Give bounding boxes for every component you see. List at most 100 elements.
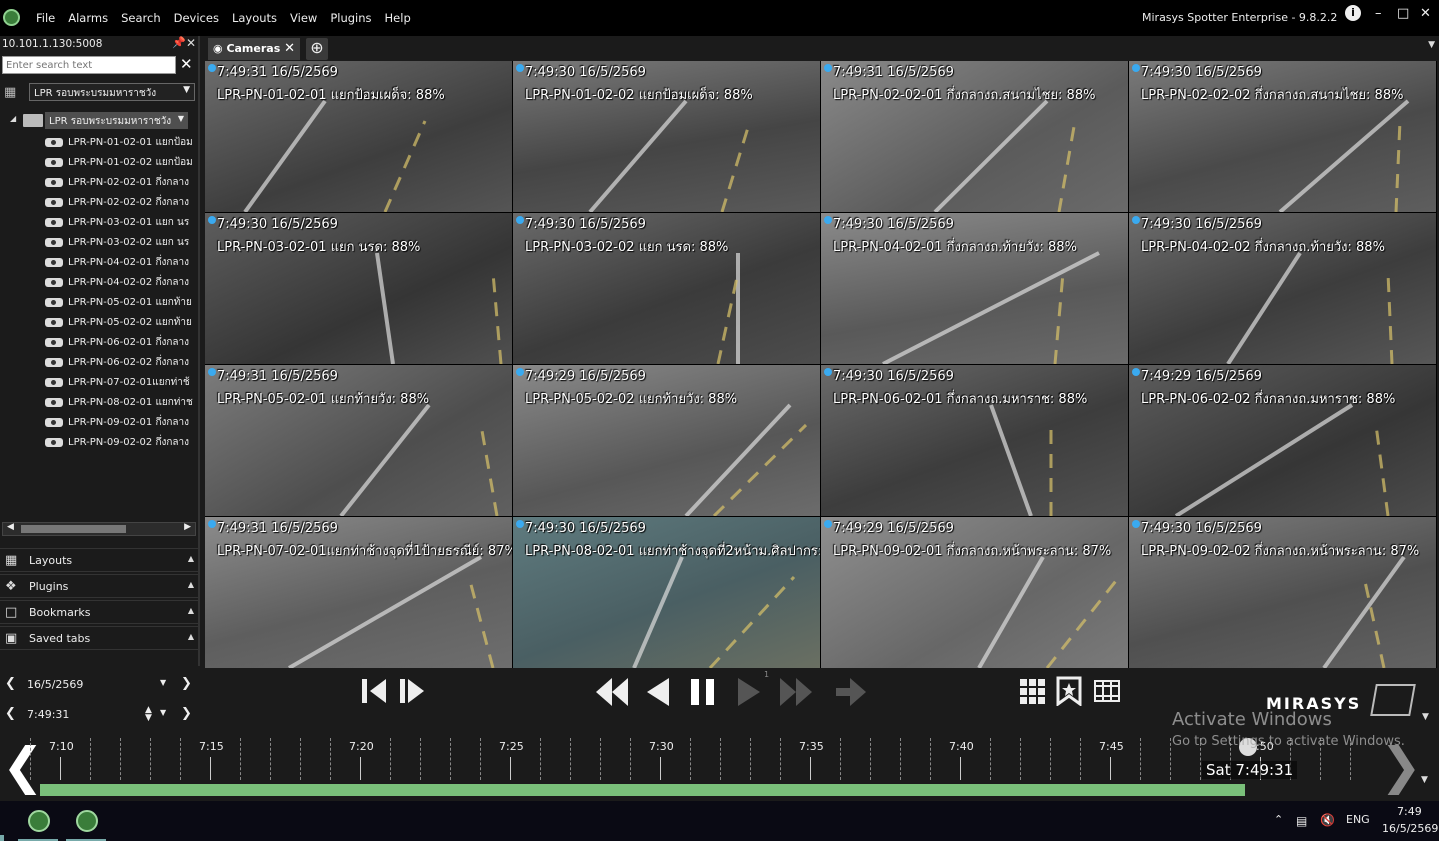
date-value[interactable]: 16/5/2569 — [27, 678, 83, 691]
camera-view[interactable]: 7:49:30 16/5/2569 LPR-PN-03-02-02 แยก นรด… — [513, 213, 820, 364]
menu-devices[interactable]: Devices — [174, 11, 219, 25]
time-spinner-icon[interactable]: ▲ ▼ — [145, 706, 152, 723]
close-window-button[interactable]: ✕ — [1420, 6, 1431, 21]
camera-tree-item[interactable]: LPR-PN-09-02-01 กึ่งกลาง — [45, 412, 200, 432]
tree-view-icon[interactable]: ▦ — [4, 85, 20, 100]
tab-cameras[interactable]: ◉ Cameras ✕ — [208, 38, 300, 60]
camera-tree-item[interactable]: LPR-PN-08-02-01 แยกท่าช — [45, 392, 200, 412]
camera-view[interactable]: 7:49:30 16/5/2569 LPR-PN-08-02-01 แยกท่าช… — [513, 517, 820, 668]
group-select[interactable]: LPR รอบพระบรมมหาราชวัง ▼ — [29, 83, 195, 101]
panel-layouts[interactable]: ▦ Layouts ▲ — [0, 548, 198, 572]
pause-button[interactable] — [690, 676, 716, 708]
camera-tree-item[interactable]: LPR-PN-03-02-02 แยก นร — [45, 232, 200, 252]
camera-tree-item[interactable]: LPR-PN-04-02-01 กึ่งกลาง — [45, 252, 200, 272]
camera-tree-item[interactable]: LPR-PN-05-02-01 แยกท้าย — [45, 292, 200, 312]
camera-view[interactable]: 7:49:31 16/5/2569 LPR-PN-05-02-01 แยกท้าย… — [205, 365, 512, 516]
taskbar-app-spotter-2[interactable] — [66, 805, 106, 841]
horizontal-scrollbar[interactable]: ◀ ▶ — [2, 522, 196, 536]
camera-view[interactable]: 7:49:30 16/5/2569 LPR-PN-02-02-02 กึ่งกลา… — [1129, 61, 1436, 212]
menu-alarms[interactable]: Alarms — [68, 11, 108, 25]
rewind-button[interactable] — [594, 676, 630, 708]
clear-search-icon[interactable]: ✕ — [180, 55, 193, 73]
scroll-left-icon[interactable]: ◀ — [7, 522, 14, 532]
taskbar-app-spotter[interactable] — [18, 805, 58, 841]
camera-tree-item[interactable]: LPR-PN-01-02-01 แยกป้อม — [45, 132, 200, 152]
camera-tree-item[interactable]: LPR-PN-09-02-02 กึ่งกลาง — [45, 432, 200, 452]
timeline-minor-tick — [300, 738, 301, 780]
menu-file[interactable]: File — [36, 11, 55, 25]
time-value[interactable]: 7:49:31 — [27, 708, 69, 721]
menu-help[interactable]: Help — [385, 11, 411, 25]
layout-grid-button[interactable] — [1019, 678, 1045, 704]
chevron-down-icon[interactable]: ▼ — [160, 678, 166, 687]
network-icon[interactable]: ▤ — [1296, 814, 1307, 828]
panel-bookmarks[interactable]: □ Bookmarks ▲ — [0, 600, 198, 624]
camera-view[interactable]: 7:49:31 16/5/2569 LPR-PN-02-02-01 กึ่งกลา… — [821, 61, 1128, 212]
scroll-thumb[interactable] — [21, 525, 126, 533]
date-next-icon[interactable]: ❯ — [181, 676, 192, 691]
camera-tree-item[interactable]: LPR-PN-02-02-01 กึ่งกลาง — [45, 172, 200, 192]
volume-muted-icon[interactable]: 🔇 — [1320, 813, 1335, 827]
time-prev-icon[interactable]: ❮ — [5, 706, 16, 721]
camera-view[interactable]: 7:49:30 16/5/2569 LPR-PN-04-02-01 กึ่งกลา… — [821, 213, 1128, 364]
menu-search[interactable]: Search — [121, 11, 161, 25]
clock-date[interactable]: 16/5/2569 — [1382, 822, 1438, 835]
clock-time[interactable]: 7:49 — [1397, 805, 1422, 818]
tree-root[interactable]: ◢ LPR รอบพระบรมมหาราชวัง ▼ — [10, 112, 190, 130]
scroll-right-icon[interactable]: ▶ — [184, 522, 191, 532]
minimize-button[interactable]: – — [1375, 6, 1382, 21]
chevron-down-icon[interactable]: ▼ — [1421, 775, 1428, 785]
go-live-button[interactable] — [834, 676, 868, 708]
filmstrip-button[interactable] — [1094, 680, 1120, 702]
camera-view[interactable]: 7:49:29 16/5/2569 LPR-PN-09-02-01 กึ่งกลา… — [821, 517, 1128, 668]
language-indicator[interactable]: ENG — [1346, 813, 1370, 826]
prev-frame-button[interactable] — [360, 676, 424, 706]
camera-view[interactable]: 7:49:31 16/5/2569 LPR-PN-01-02-01 แยกป้อม… — [205, 61, 512, 212]
camera-tree-item[interactable]: LPR-PN-07-02-01แยกท่าช้ — [45, 372, 200, 392]
camera-view[interactable]: 7:49:30 16/5/2569 LPR-PN-06-02-01 กึ่งกลา… — [821, 365, 1128, 516]
tree-root-text: LPR รอบพระบรมมหาราชวัง — [49, 116, 172, 127]
tab-menu-chevron-icon[interactable]: ▼ — [1428, 40, 1435, 50]
camera-view[interactable]: 7:49:31 16/5/2569 LPR-PN-07-02-01แยกท่าช้… — [205, 517, 512, 668]
panel-plugins[interactable]: ❖ Plugins ▲ — [0, 574, 198, 598]
chevron-down-icon[interactable]: ▼ — [1422, 712, 1429, 722]
tray-expand-icon[interactable]: ⌃ — [1274, 813, 1283, 826]
timeline-prev-icon[interactable]: ❮ — [2, 741, 44, 791]
play-reverse-button[interactable] — [645, 676, 671, 708]
camera-view[interactable]: 7:49:30 16/5/2569 LPR-PN-01-02-02 แยกป้อม… — [513, 61, 820, 212]
time-next-icon[interactable]: ❯ — [181, 706, 192, 721]
add-tab-button[interactable]: ⊕ — [306, 38, 328, 60]
fast-forward-button[interactable] — [778, 676, 814, 708]
camera-tree-item[interactable]: LPR-PN-02-02-02 กึ่งกลาง — [45, 192, 200, 212]
info-icon[interactable]: i — [1345, 5, 1361, 21]
camera-view[interactable]: 7:49:30 16/5/2569 LPR-PN-03-02-01 แยก นรด… — [205, 213, 512, 364]
camera-view[interactable]: 7:49:29 16/5/2569 LPR-PN-05-02-02 แยกท้าย… — [513, 365, 820, 516]
menu-layouts[interactable]: Layouts — [232, 11, 277, 25]
chevron-down-icon[interactable]: ▼ — [160, 708, 166, 717]
camera-timestamp: 7:49:30 16/5/2569 — [833, 369, 954, 384]
camera-view[interactable]: 7:49:30 16/5/2569 LPR-PN-09-02-02 กึ่งกลา… — [1129, 517, 1436, 668]
camera-view[interactable]: 7:49:29 16/5/2569 LPR-PN-06-02-02 กึ่งกลา… — [1129, 365, 1436, 516]
expand-triangle-icon[interactable]: ◢ — [10, 114, 16, 123]
camera-view[interactable]: 7:49:30 16/5/2569 LPR-PN-04-02-02 กึ่งกลา… — [1129, 213, 1436, 364]
camera-tree-label: LPR-PN-04-02-01 กึ่งกลาง — [68, 256, 190, 268]
search-input[interactable] — [2, 56, 176, 74]
menu-view[interactable]: View — [290, 11, 317, 25]
panel-saved-tabs[interactable]: ▣ Saved tabs ▲ — [0, 626, 198, 650]
camera-tree-item[interactable]: LPR-PN-01-02-02 แยกป้อม — [45, 152, 200, 172]
camera-tree-item[interactable]: LPR-PN-03-02-01 แยก นร — [45, 212, 200, 232]
close-icon[interactable]: ✕ — [186, 36, 196, 50]
close-tab-icon[interactable]: ✕ — [284, 41, 295, 56]
recording-bar[interactable] — [40, 784, 1245, 796]
pin-icon[interactable]: 📌 — [172, 36, 186, 49]
bookmark-add-button[interactable] — [1056, 676, 1082, 706]
camera-tree-label: LPR-PN-05-02-02 แยกท้าย — [68, 316, 192, 328]
camera-tree-item[interactable]: LPR-PN-05-02-02 แยกท้าย — [45, 312, 200, 332]
maximize-button[interactable]: □ — [1397, 6, 1409, 21]
camera-tree-item[interactable]: LPR-PN-06-02-01 กึ่งกลาง — [45, 332, 200, 352]
camera-tree-item[interactable]: LPR-PN-04-02-02 กึ่งกลาง — [45, 272, 200, 292]
date-prev-icon[interactable]: ❮ — [5, 676, 16, 691]
menu-plugins[interactable]: Plugins — [330, 11, 371, 25]
camera-tree-item[interactable]: LPR-PN-06-02-02 กึ่งกลาง — [45, 352, 200, 372]
play-button[interactable] — [736, 676, 762, 708]
